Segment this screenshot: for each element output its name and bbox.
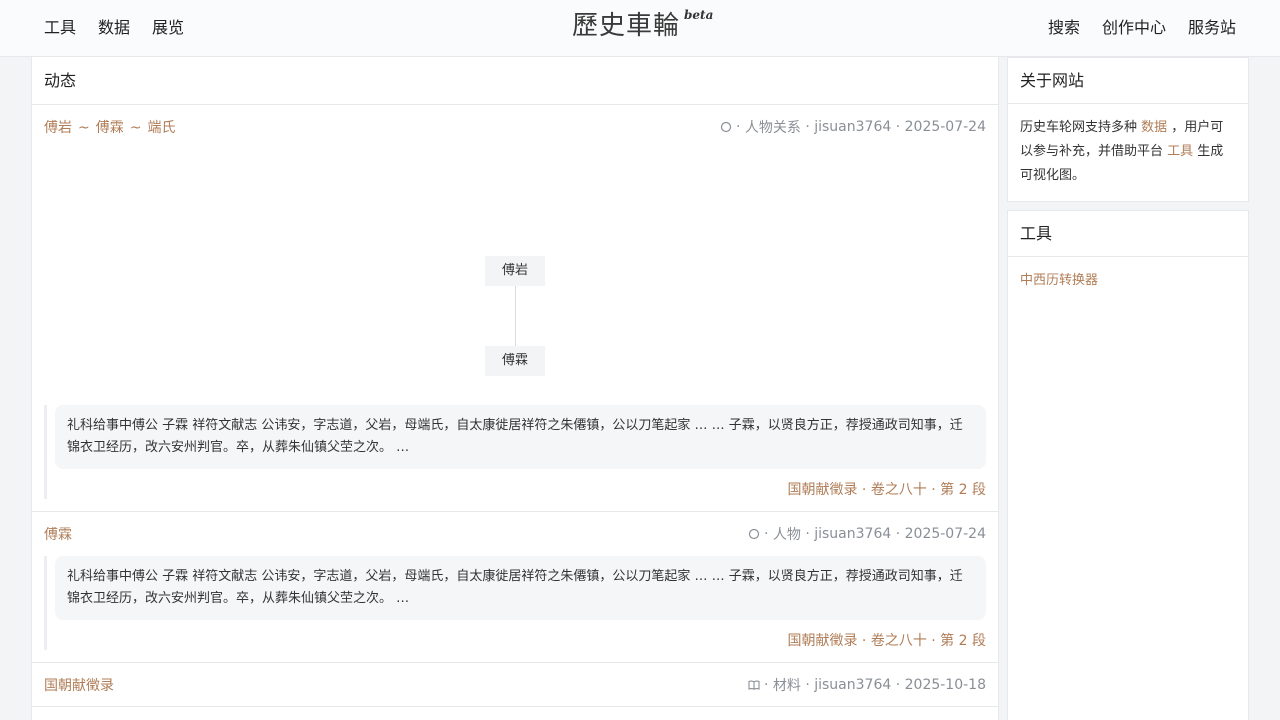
activity-feed: 动态 傅岩 ~ 傅霖 ~ 端氏 · 人物关系 · jisuan3764 · 2025-0… (31, 57, 999, 720)
tools-title: 工具 (1008, 211, 1248, 257)
nav-right: 搜索 创作中心 服务站 (1026, 17, 1236, 39)
graph-edge (515, 286, 516, 346)
relationship-graph: 傅岩 傅霖 (32, 105, 998, 405)
entry-title-material[interactable]: 国朝献徵录 (44, 675, 114, 695)
meta-separator: · (891, 677, 905, 693)
circle-icon (748, 528, 760, 540)
quote-text: 礼科给事中傅公 子霖 祥符文献志 公讳安，字志道，父岩，母端氏，自太康徙居祥符之… (55, 405, 986, 469)
nav-exhibition[interactable]: 展览 (152, 17, 184, 39)
nav-left: 工具 数据 展览 (44, 17, 206, 39)
site-logo-text: 歷史車輪 (572, 11, 681, 41)
tools-list: 中西历转换器 (1008, 257, 1248, 305)
entry-type: 人物 (772, 527, 801, 543)
quote-source-link[interactable]: 国朝献徵录 · 卷之八十 · 第 2 段 (55, 479, 986, 499)
entry-user[interactable]: jisuan3764 (814, 677, 891, 693)
about-data-link[interactable]: 数据 (1141, 120, 1167, 135)
graph-node[interactable]: 傅岩 (485, 256, 545, 286)
entry-date: 2025-10-18 (904, 677, 986, 693)
feed-title: 动态 (32, 57, 998, 105)
about-text: 历史车轮网支持多种 数据 ，用户可以参与补充，并借助平台 工具 生成可视化图。 (1008, 104, 1248, 200)
entry-type: 材料 (772, 678, 801, 694)
beta-badge: beta (684, 8, 714, 22)
entry-meta: · 人物 · jisuan3764 · 2025-07-24 (748, 524, 986, 544)
feed-entry: 傅霖 · 人物 · jisuan3764 · 2025-07-24 礼科给事中傅… (32, 512, 998, 663)
entry-date: 2025-07-24 (904, 526, 986, 542)
calendar-converter-link[interactable]: 中西历转换器 (1020, 269, 1236, 293)
nav-search[interactable]: 搜索 (1048, 17, 1080, 39)
tools-panel: 工具 中西历转换器 (1007, 210, 1249, 720)
feed-entry: 傅岩 ~ 傅霖 ~ 端氏 · 人物关系 · jisuan3764 · 2025-07-2… (32, 105, 998, 512)
entry-title-person[interactable]: 傅霖 (44, 524, 72, 544)
entry-user[interactable]: jisuan3764 (814, 526, 891, 542)
quote-source-link[interactable]: 国朝献徵录 · 卷之八十 · 第 2 段 (55, 630, 986, 650)
site-logo[interactable]: 歷史車輪 beta (572, 6, 713, 50)
graph-node[interactable]: 傅霖 (485, 346, 545, 376)
about-title: 关于网站 (1008, 58, 1248, 104)
meta-separator: · (763, 526, 773, 542)
quote-block: 礼科给事中傅公 子霖 祥符文献志 公讳安，字志道，父岩，母端氏，自太康徙居祥符之… (44, 405, 986, 499)
quote-text: 礼科给事中傅公 子霖 祥符文献志 公讳安，字志道，父岩，母端氏，自太康徙居祥符之… (55, 556, 986, 620)
book-icon (748, 680, 760, 690)
nav-creation-center[interactable]: 创作中心 (1102, 17, 1166, 39)
about-panel: 关于网站 历史车轮网支持多种 数据 ，用户可以参与补充，并借助平台 工具 生成可… (1007, 57, 1249, 202)
about-text-part: 历史车轮网支持多种 (1020, 120, 1142, 135)
meta-separator: · (800, 677, 815, 693)
about-tools-link[interactable]: 工具 (1167, 144, 1193, 159)
meta-separator: · (800, 526, 815, 542)
quote-block: 礼科给事中傅公 子霖 祥符文献志 公讳安，字志道，父岩，母端氏，自太康徙居祥符之… (44, 556, 986, 650)
meta-separator: · (891, 526, 905, 542)
top-navbar: 工具 数据 展览 歷史車輪 beta 搜索 创作中心 服务站 (0, 0, 1280, 57)
nav-service-station[interactable]: 服务站 (1188, 17, 1236, 39)
feed-entry: 国朝献徵录 · 材料 · jisuan3764 · 2025-10-18 (32, 663, 998, 707)
meta-separator: · (763, 677, 773, 693)
nav-tools[interactable]: 工具 (44, 17, 76, 39)
nav-data[interactable]: 数据 (98, 17, 130, 39)
entry-meta: · 材料 · jisuan3764 · 2025-10-18 (748, 675, 986, 695)
